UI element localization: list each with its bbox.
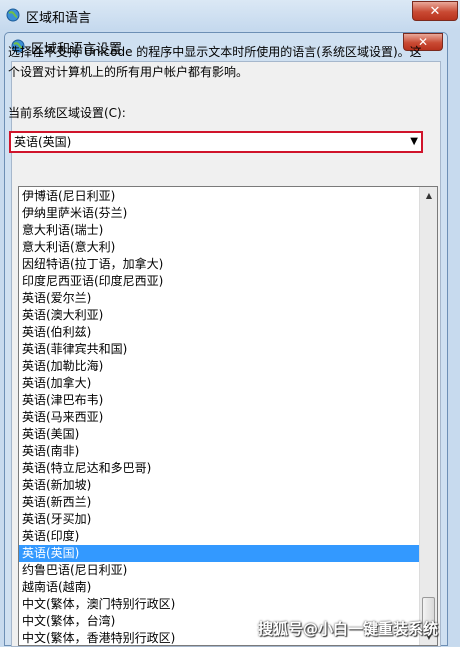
- watermark: 搜狐号@小白一键重装系统: [258, 620, 439, 638]
- locale-option[interactable]: 约鲁巴语(尼日利亚): [19, 562, 419, 579]
- current-locale-label: 当前系统区域设置(C):: [8, 106, 126, 120]
- locale-option[interactable]: 英语(美国): [19, 426, 419, 443]
- locale-option[interactable]: 英语(牙买加): [19, 511, 419, 528]
- locale-option[interactable]: 伊博语(尼日利亚): [19, 188, 419, 205]
- outer-titlebar: 区域和语言 ✕: [0, 0, 460, 30]
- locale-option[interactable]: 中文(繁体，澳门特别行政区): [19, 596, 419, 613]
- locale-option[interactable]: 英语(加勒比海): [19, 358, 419, 375]
- locale-option[interactable]: 意大利语(瑞士): [19, 222, 419, 239]
- locale-option[interactable]: 英语(加拿大): [19, 375, 419, 392]
- locale-option[interactable]: 伊纳里萨米语(芬兰): [19, 205, 419, 222]
- locale-option[interactable]: 英语(伯利兹): [19, 324, 419, 341]
- locale-option[interactable]: 英语(菲律宾共和国): [19, 341, 419, 358]
- scroll-up-icon[interactable]: ▲: [421, 188, 437, 204]
- locale-option[interactable]: 英语(新西兰): [19, 494, 419, 511]
- locale-option[interactable]: 越南语(越南): [19, 579, 419, 596]
- globe-icon: [6, 8, 20, 22]
- locale-option[interactable]: 意大利语(意大利): [19, 239, 419, 256]
- locale-option[interactable]: 英语(南非): [19, 443, 419, 460]
- list-scrollbar[interactable]: ▲ ▼: [419, 187, 437, 645]
- close-icon: ✕: [429, 4, 441, 19]
- locale-option[interactable]: 英语(津巴布韦): [19, 392, 419, 409]
- locale-option[interactable]: 英语(爱尔兰): [19, 290, 419, 307]
- system-locale-value: 英语(英国): [14, 135, 72, 149]
- locale-option[interactable]: 英语(特立尼达和多巴哥): [19, 460, 419, 477]
- locale-dropdown-list[interactable]: 中文(繁体，香港特别行政区) 中文(繁体，台湾) 中文(繁体，澳门特别行政区) 越南语…: [18, 186, 438, 646]
- outer-close-button[interactable]: ✕: [412, 1, 458, 21]
- description-text: 选择在不支持 Unicode 的程序中显示文本时所使用的语言(系统区域设置)。这…: [8, 45, 422, 79]
- locale-option[interactable]: 英语(新加坡): [19, 477, 419, 494]
- locale-option[interactable]: 英语(澳大利亚): [19, 307, 419, 324]
- outer-window-title: 区域和语言: [26, 11, 92, 26]
- locale-option[interactable]: 英语(马来西亚): [19, 409, 419, 426]
- locale-option[interactable]: 英语(英国): [19, 545, 419, 562]
- locale-option[interactable]: 英语(印度): [19, 528, 419, 545]
- locale-option[interactable]: 因纽特语(拉丁语，加拿大): [19, 256, 419, 273]
- system-locale-dropdown[interactable]: 英语(英国) ▼: [9, 131, 423, 153]
- dropdown-arrow-icon[interactable]: ▼: [410, 134, 418, 150]
- locale-option[interactable]: 印度尼西亚语(印度尼西亚): [19, 273, 419, 290]
